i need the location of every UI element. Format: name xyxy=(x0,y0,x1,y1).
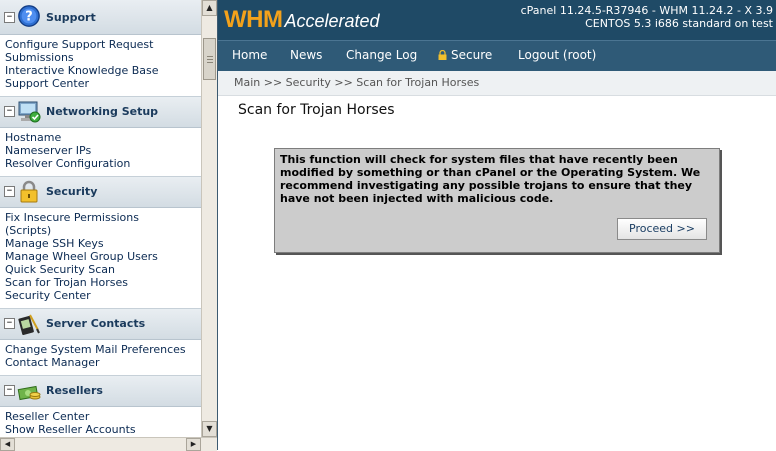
section-header-resellers[interactable]: − Resellers xyxy=(0,375,201,407)
collapse-toggle-icon[interactable]: − xyxy=(4,186,15,197)
section-items-resellers: Reseller Center Show Reseller Accounts xyxy=(0,407,201,437)
link-nameserver-ips[interactable]: Nameserver IPs xyxy=(5,144,201,157)
top-nav: Home News Change Log Secure Logout (root… xyxy=(218,40,776,71)
section-items-networking: Hostname Nameserver IPs Resolver Configu… xyxy=(0,128,201,176)
nav-changelog[interactable]: Change Log xyxy=(346,48,417,62)
section-title: Resellers xyxy=(46,384,103,397)
scrollbar-thumb[interactable] xyxy=(203,38,216,80)
whm-logo: WHM Accelerated xyxy=(224,6,380,33)
main-content: WHM Accelerated cPanel 11.24.5-R37946 - W… xyxy=(217,0,776,450)
link-configure-support-request[interactable]: Configure Support Request Submissions xyxy=(5,38,175,64)
section-title: Server Contacts xyxy=(46,317,146,330)
link-manage-wheel-group[interactable]: Manage Wheel Group Users xyxy=(5,250,201,263)
sidebar: − ? Support Configure Support Request Su… xyxy=(0,0,202,437)
section-title: Networking Setup xyxy=(46,105,159,118)
lock-icon xyxy=(438,50,447,60)
help-icon: ? xyxy=(18,5,40,27)
nav-secure[interactable]: Secure xyxy=(438,48,492,62)
sidebar-horizontal-scrollbar[interactable]: ◀ ▶ xyxy=(0,437,217,451)
version-info: cPanel 11.24.5-R37946 - WHM 11.24.2 - X … xyxy=(520,4,773,30)
scroll-up-button[interactable]: ▲ xyxy=(202,0,217,16)
pda-contacts-icon xyxy=(18,314,40,336)
network-computer-icon xyxy=(18,101,41,123)
link-security-center[interactable]: Security Center xyxy=(5,289,201,302)
section-title: Support xyxy=(46,11,96,24)
header-banner: WHM Accelerated cPanel 11.24.5-R37946 - W… xyxy=(218,0,776,40)
collapse-toggle-icon[interactable]: − xyxy=(4,318,15,329)
collapse-toggle-icon[interactable]: − xyxy=(4,385,15,396)
section-header-networking[interactable]: − Networking Setup xyxy=(0,96,201,128)
collapse-toggle-icon[interactable]: − xyxy=(4,106,15,117)
nav-logout[interactable]: Logout (root) xyxy=(518,48,596,62)
link-quick-security-scan[interactable]: Quick Security Scan xyxy=(5,263,201,276)
link-change-mail-preferences[interactable]: Change System Mail Preferences xyxy=(5,343,201,356)
svg-text:?: ? xyxy=(25,10,33,25)
link-knowledge-base[interactable]: Interactive Knowledge Base xyxy=(5,64,201,77)
scroll-left-button[interactable]: ◀ xyxy=(0,438,15,451)
breadcrumb: Main >> Security >> Scan for Trojan Hors… xyxy=(218,71,776,96)
padlock-icon xyxy=(20,180,38,203)
nav-news[interactable]: News xyxy=(290,48,322,62)
page-title: Scan for Trojan Horses xyxy=(238,102,395,118)
link-hostname[interactable]: Hostname xyxy=(5,131,201,144)
money-icon xyxy=(17,385,41,401)
section-header-server-contacts[interactable]: − Server Contacts xyxy=(0,308,201,340)
info-text: This function will check for system file… xyxy=(280,153,701,205)
section-items-server-contacts: Change System Mail Preferences Contact M… xyxy=(0,340,201,375)
link-resolver-configuration[interactable]: Resolver Configuration xyxy=(5,157,201,170)
collapse-toggle-icon[interactable]: − xyxy=(4,12,15,23)
proceed-button[interactable]: Proceed >> xyxy=(617,218,707,240)
info-box: This function will check for system file… xyxy=(274,148,720,253)
sidebar-vertical-scrollbar[interactable]: ▲ ▼ xyxy=(201,0,218,437)
link-reseller-center[interactable]: Reseller Center xyxy=(5,410,201,423)
section-header-support[interactable]: − ? Support xyxy=(0,0,201,35)
link-scan-trojan-horses[interactable]: Scan for Trojan Horses xyxy=(5,276,201,289)
section-items-support: Configure Support Request Submissions In… xyxy=(0,35,201,96)
nav-home[interactable]: Home xyxy=(232,48,267,62)
link-show-reseller-accounts[interactable]: Show Reseller Accounts xyxy=(5,423,201,436)
scroll-down-button[interactable]: ▼ xyxy=(202,421,217,437)
link-support-center[interactable]: Support Center xyxy=(5,77,201,90)
link-contact-manager[interactable]: Contact Manager xyxy=(5,356,201,369)
link-manage-ssh-keys[interactable]: Manage SSH Keys xyxy=(5,237,201,250)
section-header-security[interactable]: − Security xyxy=(0,176,201,208)
scroll-right-button[interactable]: ▶ xyxy=(186,438,201,451)
section-title: Security xyxy=(46,185,98,198)
link-fix-insecure-permissions[interactable]: Fix Insecure Permissions (Scripts) xyxy=(5,211,165,237)
section-items-security: Fix Insecure Permissions (Scripts) Manag… xyxy=(0,208,201,308)
